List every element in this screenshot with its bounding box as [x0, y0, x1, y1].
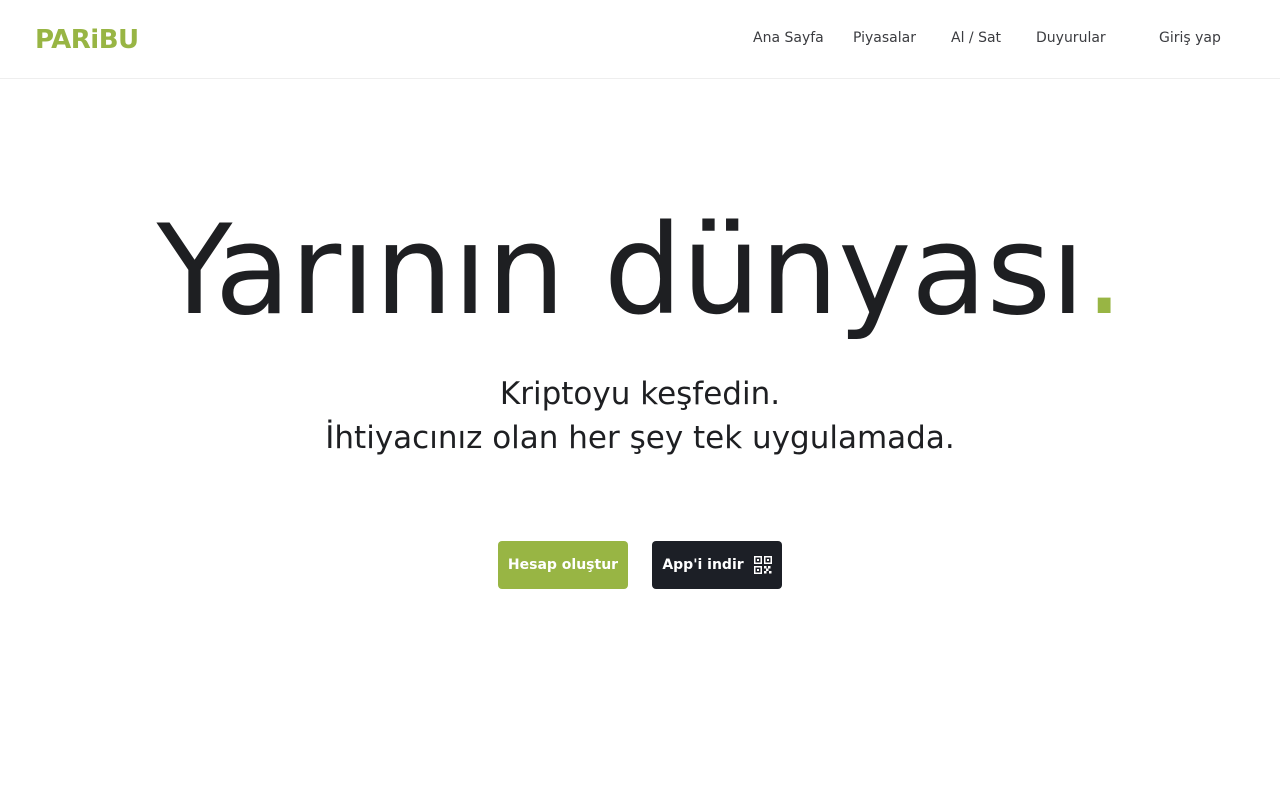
- hero-title-accent-dot: .: [1084, 199, 1124, 343]
- hero-title: Yarının dünyası.: [0, 196, 1280, 346]
- hero-subtitle: Kriptoyu keşfedin. İhtiyacınız olan her …: [0, 372, 1280, 460]
- hero-subtitle-line-1: Kriptoyu keşfedin.: [499, 376, 781, 412]
- create-account-button[interactable]: Hesap oluştur: [498, 541, 628, 589]
- nav-item-home[interactable]: Ana Sayfa: [753, 30, 824, 46]
- qr-code-icon: [753, 556, 772, 574]
- nav-item-announcements[interactable]: Duyurular: [1036, 30, 1106, 46]
- top-navigation-bar: PARiBU Ana Sayfa Piyasalar Al / Sat Duyu…: [0, 0, 1280, 79]
- download-app-button[interactable]: App'i indir: [652, 541, 782, 589]
- hero-subtitle-line-2: İhtiyacınız olan her şey tek uygulamada.: [325, 420, 955, 456]
- hero-title-text: Yarının dünyası: [156, 199, 1085, 343]
- create-account-button-label: Hesap oluştur: [507, 557, 619, 573]
- nav-item-markets[interactable]: Piyasalar: [853, 30, 916, 46]
- paribu-logo-text: PARiBU: [35, 25, 139, 54]
- download-app-button-label: App'i indir: [662, 557, 744, 573]
- nav-item-buy-sell[interactable]: Al / Sat: [951, 30, 1001, 46]
- paribu-logo-mark: PARiBU: [35, 25, 139, 54]
- paribu-logo[interactable]: PARiBU: [35, 24, 155, 54]
- login-link[interactable]: Giriş yap: [1159, 30, 1221, 46]
